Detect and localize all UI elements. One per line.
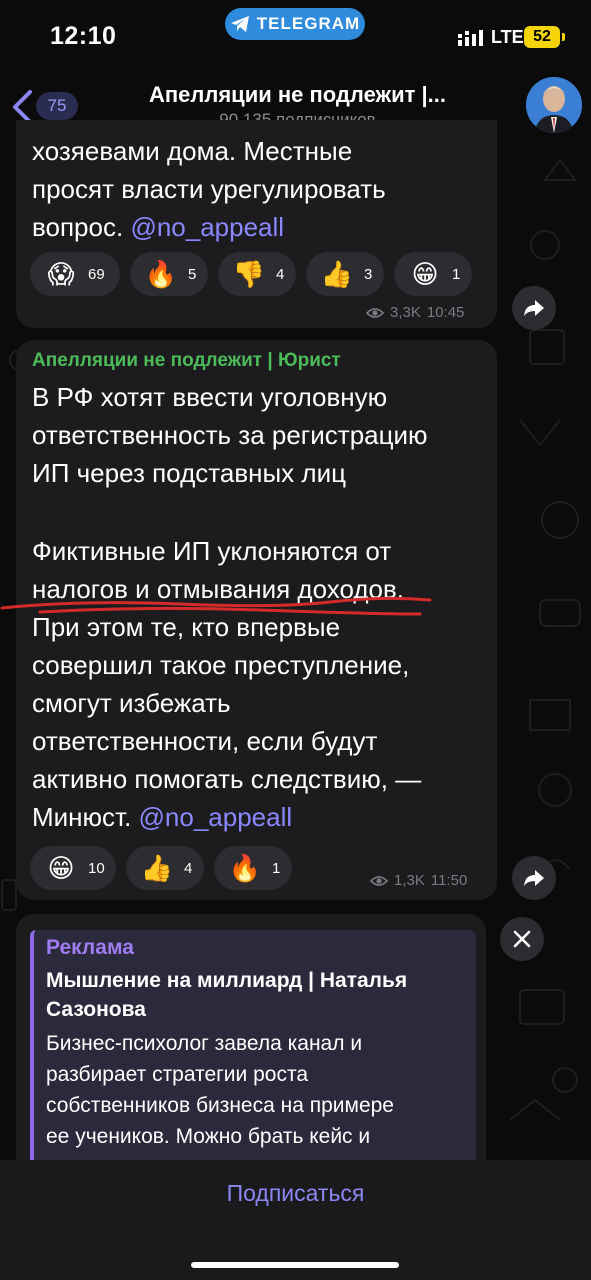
telegram-pill-label: TELEGRAM [256,14,361,33]
reaction-count: 1 [272,859,281,877]
fire-emoji-icon: 🔥 [144,259,178,289]
message-text-line: просят власти урегулировать [32,174,386,204]
message-text-part: Минюст. [32,802,139,832]
message-text-part: вопрос. [32,212,131,242]
message-time: 10:45 [426,304,465,321]
fire-emoji-icon: 🔥 [228,853,262,883]
message-meta: 1,3K 11:50 [370,872,467,889]
forward-button[interactable] [512,286,556,330]
reaction-chip[interactable]: 😁 10 [30,846,116,890]
message-bubble[interactable]: хозяевами дома. Местные просят власти ур… [16,120,497,328]
sponsored-message[interactable]: Реклама Мышление на миллиард | Наталья С… [16,914,486,1160]
status-time: 12:10 [50,22,117,50]
grin-emoji-icon: 😁 [411,259,439,289]
reaction-count: 69 [88,265,105,283]
message-text-line: активно помогать следствию, — [32,764,422,794]
message-text-line: ИП через подставных лиц [32,458,346,488]
reaction-chip[interactable]: 🔥 1 [214,846,292,890]
channel-avatar[interactable] [526,77,582,133]
sender-name[interactable]: Апелляции не подлежит | Юрист [32,350,341,372]
message-text-line: ответственность за регистрацию [32,420,428,450]
grin-emoji-icon: 😁 [47,853,75,883]
reaction-count: 3 [364,265,373,283]
avatar-portrait [526,77,582,133]
reaction-chip[interactable]: 🔥 5 [130,252,208,296]
reaction-chip[interactable]: 👍 4 [126,846,204,890]
bottom-bar: Подписаться [0,1160,591,1280]
reaction-count: 1 [452,265,461,283]
red-underline-annotation [0,596,432,616]
reaction-chip[interactable]: 😁 1 [394,252,472,296]
unread-count-badge[interactable]: 75 [36,92,78,120]
network-type: LTE [491,27,524,47]
message-text-line: Минюст. @no_appeall [32,798,292,836]
reaction-chip[interactable]: 👍 3 [306,252,384,296]
message-meta: 3,3K 10:45 [366,304,464,321]
reaction-chip[interactable]: 👎 4 [218,252,296,296]
message-text-line: ответственности, если будут [32,726,378,756]
status-bar: 12:10 TELEGRAM LTE 52 [0,0,591,72]
forward-arrow-icon [524,300,544,316]
signal-icon [458,30,483,46]
views-eye-icon [370,875,388,886]
sponsored-card[interactable]: Реклама Мышление на миллиард | Наталья С… [30,930,476,1160]
reaction-count: 10 [88,859,105,877]
thumbs-up-emoji-icon: 👍 [140,853,174,883]
home-indicator[interactable] [191,1262,399,1268]
ad-title[interactable]: Мышление на миллиард | Наталья Сазонова [46,966,466,1024]
reaction-count: 4 [184,859,193,877]
reaction-count: 4 [276,265,285,283]
view-count: 1,3K [394,872,425,889]
views-eye-icon [366,307,384,318]
ad-body: Бизнес-психолог завела канал и разбирает… [46,1032,394,1160]
telegram-icon [230,16,249,32]
message-text-line: смогут избежать [32,688,231,718]
message-text-line: совершил такое преступление, [32,650,410,680]
thumbs-up-emoji-icon: 👍 [320,259,354,289]
channel-title[interactable]: Апелляции не подлежит |... [100,82,495,108]
subscribe-button[interactable]: Подписаться [0,1180,591,1207]
forward-button[interactable] [512,856,556,900]
message-text-line: В РФ хотят ввести уголовную [32,382,388,412]
mention-link[interactable]: @no_appeall [139,802,293,832]
reaction-chip[interactable]: 😱 69 [30,252,120,296]
message-text-line: Фиктивные ИП уклоняются от [32,536,392,566]
message-time: 11:50 [430,872,468,889]
telegram-pill[interactable]: TELEGRAM [225,8,365,40]
mention-link[interactable]: @no_appeall [130,212,284,242]
message-text-line: хозяевами дома. Местные [32,136,353,166]
close-ad-button[interactable] [500,917,544,961]
ad-label: Реклама [46,936,134,959]
thumbs-down-emoji-icon: 👎 [232,259,266,289]
view-count: 3,3K [390,304,421,321]
reaction-count: 5 [188,265,197,283]
scream-emoji-icon: 😱 [47,259,75,289]
close-icon [513,930,531,948]
forward-arrow-icon [524,870,544,886]
message-text-line: вопрос. @no_appeall [32,208,284,246]
battery-indicator: 52 [524,26,565,48]
